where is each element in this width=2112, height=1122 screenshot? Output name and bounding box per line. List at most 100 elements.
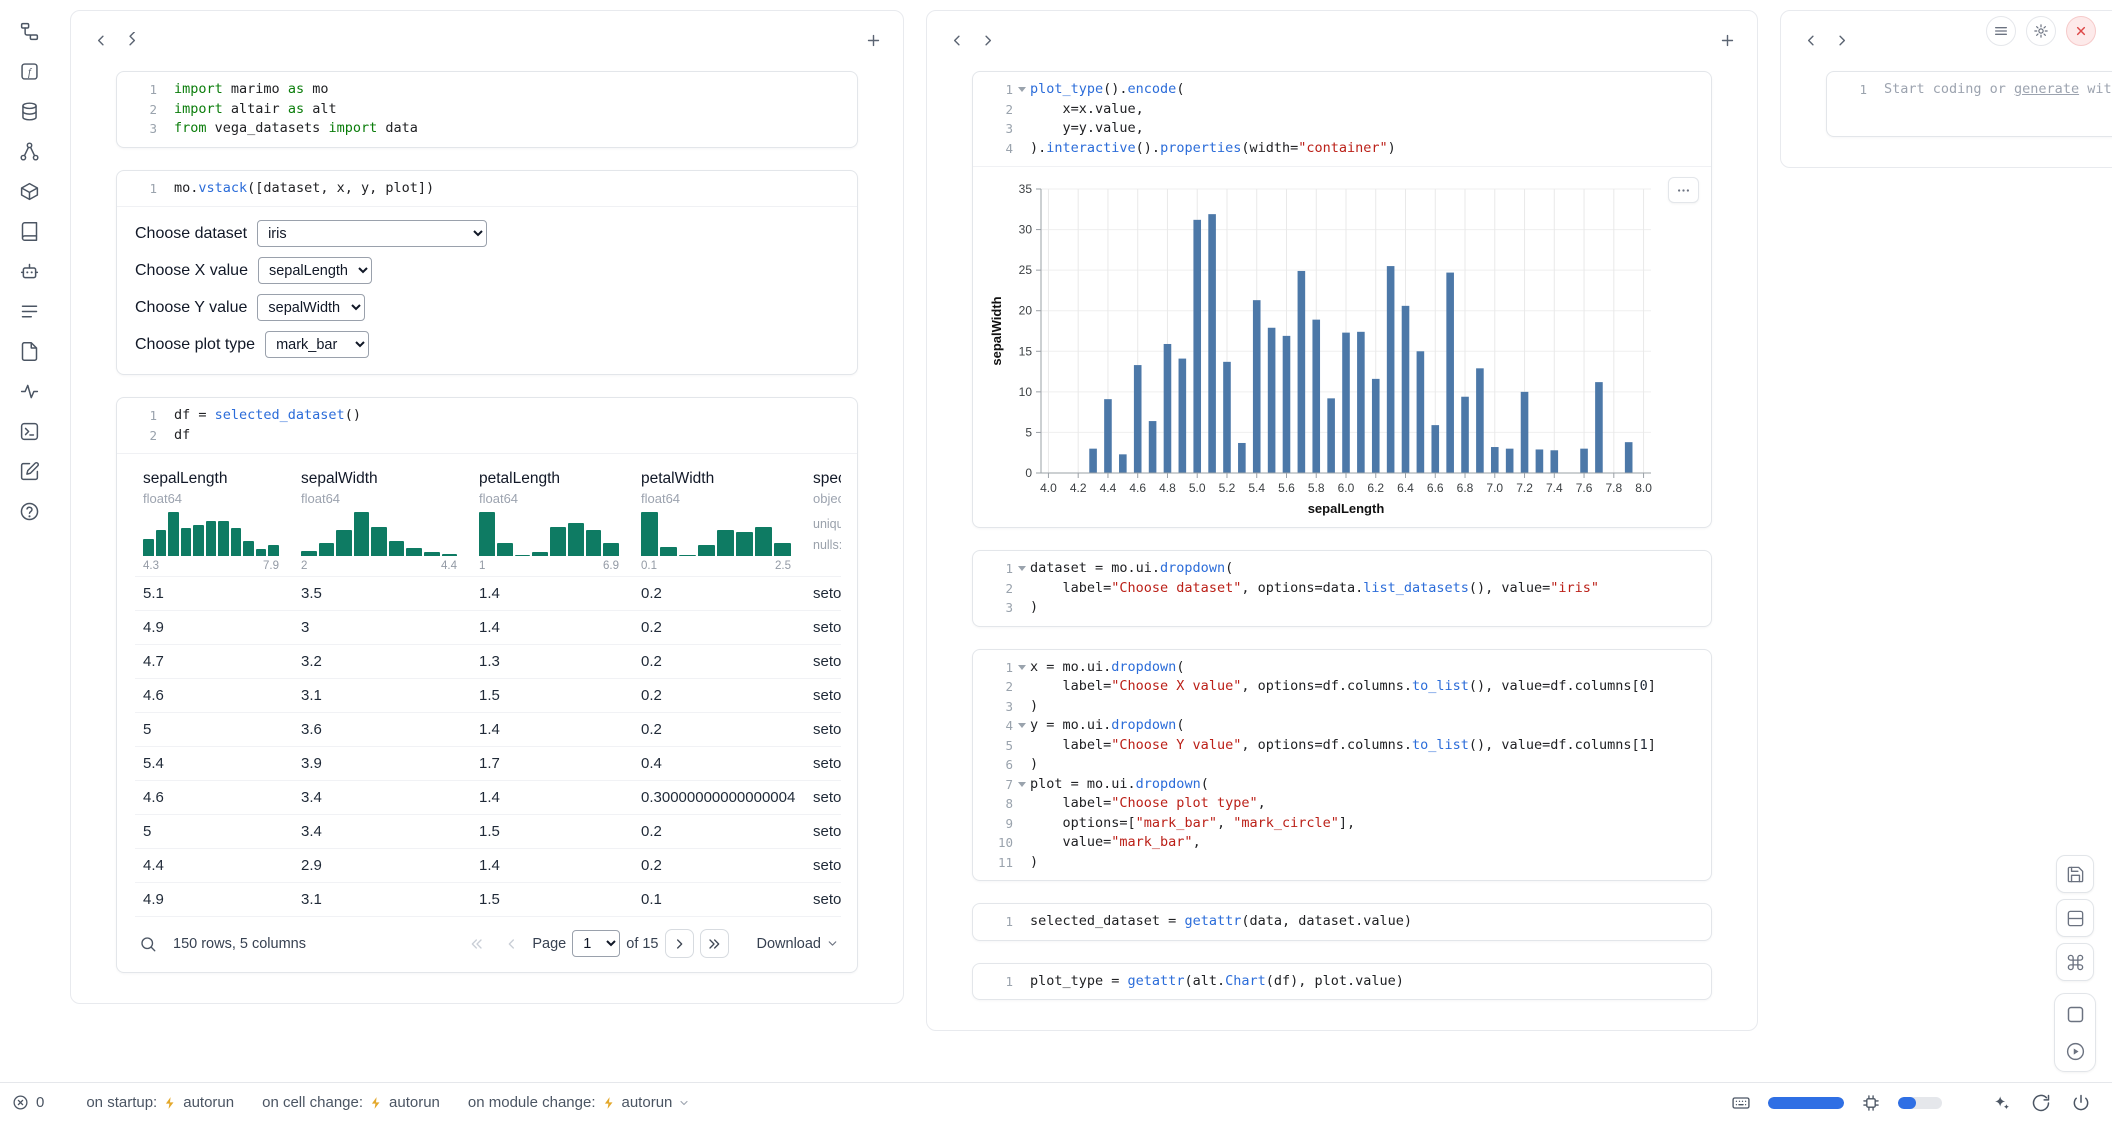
code-editor-xyplot[interactable]: 1x = mo.ui.dropdown(2 label="Choose X va…: [973, 650, 1711, 881]
code-editor-imports[interactable]: 1import marimo as mo2import altair as al…: [117, 72, 857, 147]
run-all-play-icon[interactable]: [2058, 1034, 2092, 1068]
svg-text:4.2: 4.2: [1070, 481, 1087, 495]
sidebar-help-icon[interactable]: [16, 498, 43, 525]
layout-select-icon[interactable]: [2056, 899, 2094, 937]
download-button[interactable]: Download: [757, 936, 840, 952]
shutdown-close-icon[interactable]: [2066, 16, 2096, 46]
control-select[interactable]: sepalLength: [258, 257, 372, 284]
code-editor-selected-dataset[interactable]: 1selected_dataset = getattr(data, datase…: [973, 904, 1711, 940]
column-move-right-icon[interactable]: [117, 26, 145, 54]
prev-page-button[interactable]: [497, 929, 526, 958]
column-move-left-icon[interactable]: [1797, 26, 1825, 54]
generate-with-ai-link[interactable]: generate: [2014, 81, 2079, 97]
svg-text:sepalLength: sepalLength: [1308, 501, 1385, 516]
save-notebook-icon[interactable]: [2056, 855, 2094, 893]
table-row[interactable]: 53.41.50.2setosa: [135, 814, 841, 848]
column-header[interactable]: petalWidthfloat64: [633, 462, 805, 506]
line-number: 1: [119, 406, 157, 426]
fold-chevron-icon[interactable]: [1013, 80, 1030, 100]
control-select[interactable]: iris: [257, 220, 487, 247]
sidebar-docs-icon[interactable]: [16, 338, 43, 365]
keyboard-shortcuts-command-icon[interactable]: [2056, 943, 2094, 981]
table-cell: 0.30000000000000004: [633, 781, 805, 814]
column-header[interactable]: sepalLengthfloat64: [135, 462, 293, 506]
code-editor-plot-type[interactable]: 1plot_type = getattr(alt.Chart(df), plot…: [973, 964, 1711, 1000]
chart-actions-icon[interactable]: [1668, 177, 1699, 203]
code-editor-vstack[interactable]: 1mo.vstack([dataset, x, y, plot]): [117, 171, 857, 207]
table-row[interactable]: 4.63.11.50.2setosa: [135, 678, 841, 712]
autorun-config-item-1[interactable]: on cell change:autorun: [262, 1094, 440, 1111]
cell-dataset-dropdown: 1dataset = mo.ui.dropdown(2 label="Choos…: [972, 550, 1712, 627]
restart-kernel-refresh-icon[interactable]: [2028, 1090, 2054, 1116]
minimal-mode-icon[interactable]: [2058, 997, 2092, 1031]
first-page-button[interactable]: [462, 929, 491, 958]
column-move-right-icon[interactable]: [1827, 26, 1855, 54]
last-page-button[interactable]: [700, 929, 729, 958]
autorun-config-item-0[interactable]: on startup:autorun: [86, 1094, 234, 1111]
ai-sparkle-icon[interactable]: [1988, 1090, 2014, 1116]
add-column-icon[interactable]: [1713, 26, 1741, 54]
svg-text:4.0: 4.0: [1040, 481, 1057, 495]
table-row[interactable]: 5.43.91.70.4setosa: [135, 746, 841, 780]
table-row[interactable]: 4.93.11.50.1setosa: [135, 882, 841, 916]
sidebar-packages-icon[interactable]: [16, 178, 43, 205]
column-move-right-icon[interactable]: [973, 26, 1001, 54]
table-histogram-row: 4.37.924.416.90.12.5uniquenulls:: [135, 506, 841, 576]
fold-gutter: [1013, 579, 1030, 599]
fold-chevron-icon[interactable]: [1013, 559, 1030, 579]
dropdown-control-row: Choose plot typemark_bar: [135, 331, 839, 358]
table-row[interactable]: 53.61.40.2setosa: [135, 712, 841, 746]
sidebar-snippets-icon[interactable]: [16, 418, 43, 445]
app-top-actions: [1986, 16, 2096, 46]
sidebar-toc-icon[interactable]: [16, 298, 43, 325]
column-move-left-icon[interactable]: [87, 26, 115, 54]
sidebar-scratchpad-icon[interactable]: [16, 458, 43, 485]
sidebar-variables-icon[interactable]: f: [16, 58, 43, 85]
table-cell: 1.4: [471, 713, 633, 746]
control-select[interactable]: mark_bar: [265, 331, 369, 358]
fold-gutter: [1013, 100, 1030, 120]
code-line: 1plot_type = getattr(alt.Chart(df), plot…: [975, 972, 1699, 992]
line-number: 4: [975, 716, 1013, 736]
fold-chevron-icon[interactable]: [1013, 716, 1030, 736]
sidebar-ai-bot-icon[interactable]: [16, 258, 43, 285]
code-line: 3from vega_datasets import data: [119, 119, 845, 139]
keyboard-icon[interactable]: [1728, 1090, 1754, 1116]
control-select[interactable]: sepalWidth: [257, 294, 365, 321]
column-header[interactable]: sepalWidthfloat64: [293, 462, 471, 506]
settings-gear-icon[interactable]: [2026, 16, 2056, 46]
code-editor-dataset[interactable]: 1dataset = mo.ui.dropdown(2 label="Choos…: [973, 551, 1711, 626]
table-cell: 5: [135, 713, 293, 746]
table-cell: 3.4: [293, 781, 471, 814]
table-row[interactable]: 5.13.51.40.2setosa: [135, 576, 841, 610]
sidebar-tracing-icon[interactable]: [16, 378, 43, 405]
table-search-icon[interactable]: [135, 931, 161, 957]
next-page-button[interactable]: [665, 929, 694, 958]
sidebar-dependencies-icon[interactable]: [16, 138, 43, 165]
table-row[interactable]: 4.63.41.40.30000000000000004setosa: [135, 780, 841, 814]
column-move-left-icon[interactable]: [943, 26, 971, 54]
dropdown-control-row: Choose X valuesepalLength: [135, 257, 839, 284]
sidebar-datasources-icon[interactable]: [16, 98, 43, 125]
add-column-icon[interactable]: [859, 26, 887, 54]
code-editor-plot[interactable]: 1plot_type().encode(2 x=x.value,3 y=y.va…: [973, 72, 1711, 166]
line-number: 3: [975, 697, 1013, 717]
sidebar-file-tree-icon[interactable]: [16, 18, 43, 45]
code-editor-empty[interactable]: 1 Start coding or generate with AI: [1827, 72, 2112, 136]
code-editor-dataframe[interactable]: 1df = selected_dataset()2df: [117, 398, 857, 453]
autorun-config-item-2[interactable]: on module change:autorun: [468, 1094, 690, 1111]
shutdown-power-icon[interactable]: [2068, 1090, 2094, 1116]
table-row[interactable]: 4.931.40.2setosa: [135, 610, 841, 644]
errors-indicator[interactable]: 0: [12, 1094, 44, 1111]
fold-chevron-icon[interactable]: [1013, 658, 1030, 678]
notebook-menu-icon[interactable]: [1986, 16, 2016, 46]
dataframe-output: sepalLengthfloat64sepalWidthfloat64petal…: [117, 453, 857, 972]
column-header[interactable]: petalLengthfloat64: [471, 462, 633, 506]
page-select[interactable]: 1: [572, 930, 620, 957]
sidebar-book-icon[interactable]: [16, 218, 43, 245]
cpu-chip-icon[interactable]: [1858, 1090, 1884, 1116]
column-header[interactable]: speciesobject: [805, 462, 841, 506]
table-row[interactable]: 4.42.91.40.2setosa: [135, 848, 841, 882]
table-row[interactable]: 4.73.21.30.2setosa: [135, 644, 841, 678]
fold-chevron-icon[interactable]: [1013, 775, 1030, 795]
